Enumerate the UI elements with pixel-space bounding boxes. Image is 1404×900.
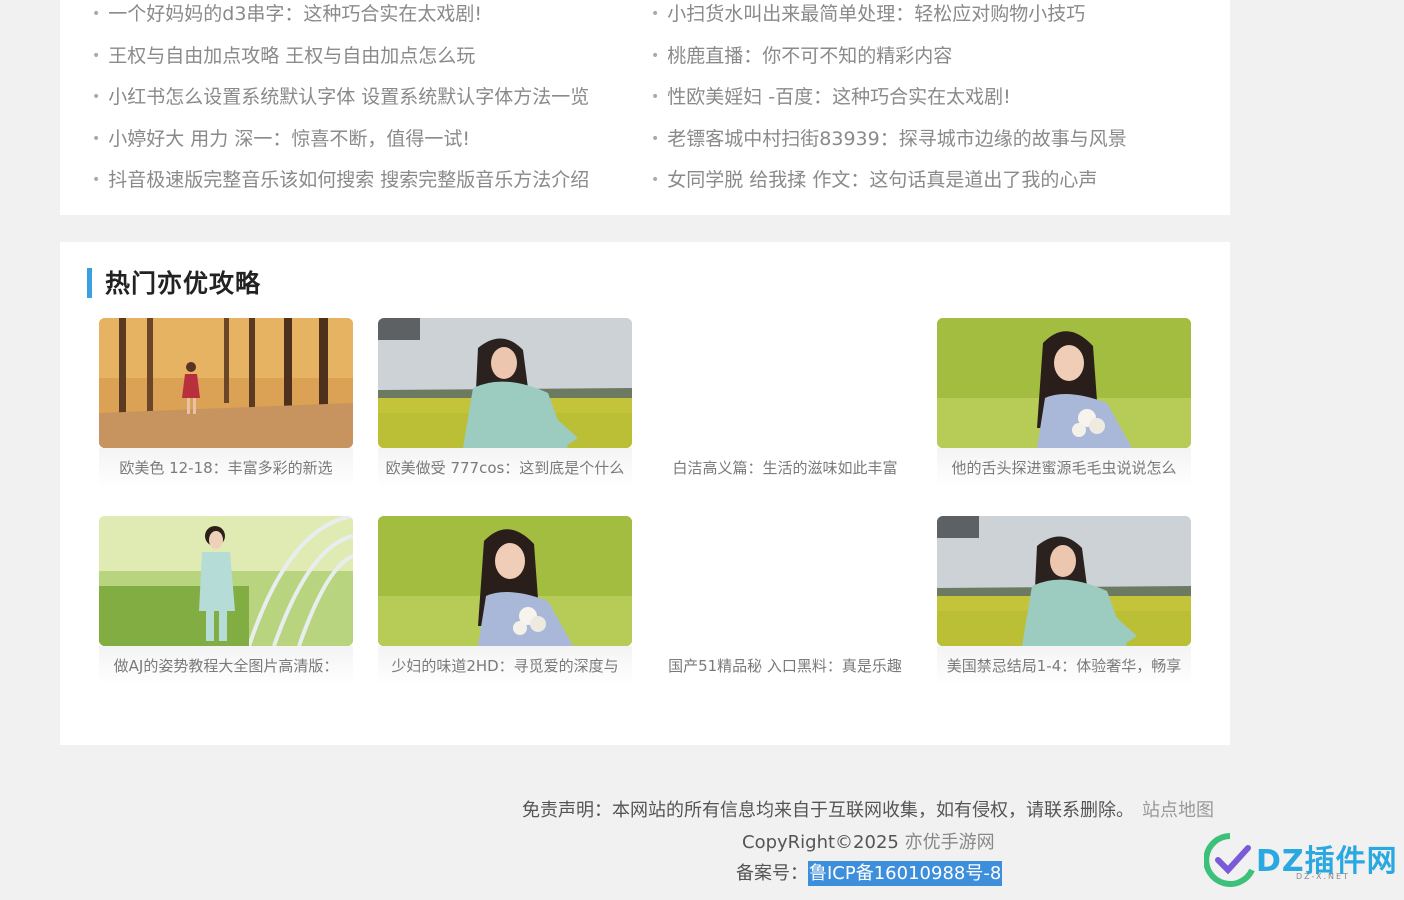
bullet-icon: • [92, 172, 101, 188]
rapeseed-field-photo [937, 516, 1191, 646]
recent-link[interactable]: • 王权与自由加点攻略 王权与自由加点怎么玩 [92, 42, 589, 84]
recent-link[interactable]: • 一个好妈妈的d3串字：这种巧合实在太戏剧! [92, 0, 589, 42]
guide-thumbnail[interactable] [99, 318, 353, 448]
recent-link[interactable]: • 小红书怎么设置系统默认字体 设置系统默认字体方法一览 [92, 83, 589, 125]
guide-thumbnail[interactable] [99, 516, 353, 646]
recent-link-text: 小扫货水叫出来最简单处理：轻松应对购物小技巧 [667, 3, 1086, 25]
icp-number-link[interactable]: 鲁ICP备16010988号-8 [808, 861, 1003, 886]
greenhouse-photo [99, 516, 353, 646]
recent-link-text: 一个好妈妈的d3串字：这种巧合实在太戏剧! [108, 3, 483, 25]
rapeseed-field-photo [378, 318, 632, 448]
guide-thumbnail-empty[interactable] [658, 318, 912, 448]
recent-link-text: 老镖客城中村扫街83939：探寻城市边缘的故事与风景 [667, 127, 1127, 150]
icp-label: 备案号： [736, 863, 808, 884]
recent-link[interactable]: • 老镖客城中村扫街83939：探寻城市边缘的故事与风景 [651, 125, 1127, 167]
bullet-icon: • [92, 130, 101, 147]
guide-card[interactable]: 白洁高义篇：生活的滋味如此丰富 [658, 318, 912, 493]
guide-thumbnail[interactable] [937, 318, 1191, 448]
guide-thumbnail[interactable] [378, 318, 632, 448]
grass-field-photo [937, 318, 1191, 448]
guide-caption[interactable]: 欧美色 12-18：丰富多彩的新选 [99, 448, 353, 488]
recent-links-right: • 小扫货水叫出来最简单处理：轻松应对购物小技巧 • 桃鹿直播：你不可不知的精彩内容… [651, 0, 1127, 208]
recent-link[interactable]: • 小婷好大 用力 深一：惊喜不断，值得一试! [92, 125, 589, 167]
footer-copyright: CopyRight©2025 亦优手游网 [742, 828, 995, 854]
guide-card[interactable]: 国产51精品秘 入口黑料：真是乐趣 [658, 516, 912, 691]
sitemap-link[interactable]: 站点地图 [1142, 800, 1214, 821]
recent-link-text: 女同学脱 给我揉 作文：这句话真是道出了我的心声 [667, 169, 1098, 191]
site-name-link[interactable]: 亦优手游网 [905, 832, 995, 853]
section-title: 热门亦优攻略 [105, 269, 262, 298]
copyright-text: CopyRight©2025 [742, 832, 905, 853]
bullet-icon: • [651, 172, 660, 188]
guide-caption[interactable]: 做AJ的姿势教程大全图片高清版： [99, 646, 353, 686]
guide-thumbnail[interactable] [937, 516, 1191, 646]
guide-card[interactable]: 做AJ的姿势教程大全图片高清版： [99, 516, 353, 691]
site-watermark: DZ插件网 DZ-X.NET [1204, 830, 1404, 890]
recent-link-text: 小婷好大 用力 深一：惊喜不断，值得一试! [108, 127, 470, 150]
guide-caption[interactable]: 少妇的味道2HD：寻觅爱的深度与 [378, 646, 632, 686]
recent-link[interactable]: • 性欧美婬妇 -百度：这种巧合实在太戏剧! [651, 83, 1127, 125]
recent-link-text: 王权与自由加点攻略 王权与自由加点怎么玩 [108, 44, 476, 67]
guide-card[interactable]: 少妇的味道2HD：寻觅爱的深度与 [378, 516, 632, 691]
recent-link-text: 小红书怎么设置系统默认字体 设置系统默认字体方法一览 [108, 86, 590, 108]
guide-caption[interactable]: 他的舌头探进蜜源毛毛虫说说怎么 [937, 448, 1191, 488]
bullet-icon: • [651, 47, 660, 64]
recent-link-text: 性欧美婬妇 -百度：这种巧合实在太戏剧! [667, 86, 1011, 108]
guide-card[interactable]: 美国禁忌结局1-4：体验奢华，畅享 [937, 516, 1191, 691]
footer-icp: 备案号：鲁ICP备16010988号-8 [736, 859, 1003, 886]
recent-link[interactable]: • 桃鹿直播：你不可不知的精彩内容 [651, 42, 1127, 84]
section-accent-bar [87, 268, 92, 298]
guide-card[interactable]: 欧美色 12-18：丰富多彩的新选 [99, 318, 353, 493]
bullet-icon: • [92, 47, 101, 64]
bullet-icon: • [651, 130, 660, 147]
footer-disclaimer: 免责声明：本网站的所有信息均来自于互联网收集，如有侵权，请联系删除。 站点地图 [522, 796, 1214, 822]
recent-link-text: 桃鹿直播：你不可不知的精彩内容 [667, 44, 953, 67]
checkmark-logo-icon [1204, 833, 1255, 887]
guide-caption[interactable]: 国产51精品秘 入口黑料：真是乐趣 [658, 646, 912, 686]
recent-link[interactable]: • 小扫货水叫出来最简单处理：轻松应对购物小技巧 [651, 0, 1127, 42]
recent-links-left: • 一个好妈妈的d3串字：这种巧合实在太戏剧! • 王权与自由加点攻略 王权与自由加… [92, 0, 589, 208]
guide-caption[interactable]: 欧美做受 777cos：这到底是个什么 [378, 448, 632, 488]
guide-card[interactable]: 他的舌头探进蜜源毛毛虫说说怎么 [937, 318, 1191, 493]
disclaimer-text: 免责声明：本网站的所有信息均来自于互联网收集，如有侵权，请联系删除。 [522, 800, 1134, 821]
guide-caption[interactable]: 白洁高义篇：生活的滋味如此丰富 [658, 448, 912, 488]
bullet-icon: • [92, 6, 101, 22]
grass-field-photo [378, 516, 632, 646]
recent-link[interactable]: • 抖音极速版完整音乐该如何搜索 搜索完整版音乐方法介绍 [92, 166, 589, 208]
bullet-icon: • [651, 89, 660, 105]
recent-link-text: 抖音极速版完整音乐该如何搜索 搜索完整版音乐方法介绍 [108, 169, 590, 191]
guide-thumbnail[interactable] [378, 516, 632, 646]
watermark-subtext: DZ-X.NET [1296, 872, 1350, 881]
guide-thumbnail-empty[interactable] [658, 516, 912, 646]
autumn-forest-photo [99, 318, 353, 448]
bullet-icon: • [651, 6, 660, 22]
recent-link[interactable]: • 女同学脱 给我揉 作文：这句话真是道出了我的心声 [651, 166, 1127, 208]
guide-caption[interactable]: 美国禁忌结局1-4：体验奢华，畅享 [937, 646, 1191, 686]
guide-card[interactable]: 欧美做受 777cos：这到底是个什么 [378, 318, 632, 493]
bullet-icon: • [92, 89, 101, 105]
